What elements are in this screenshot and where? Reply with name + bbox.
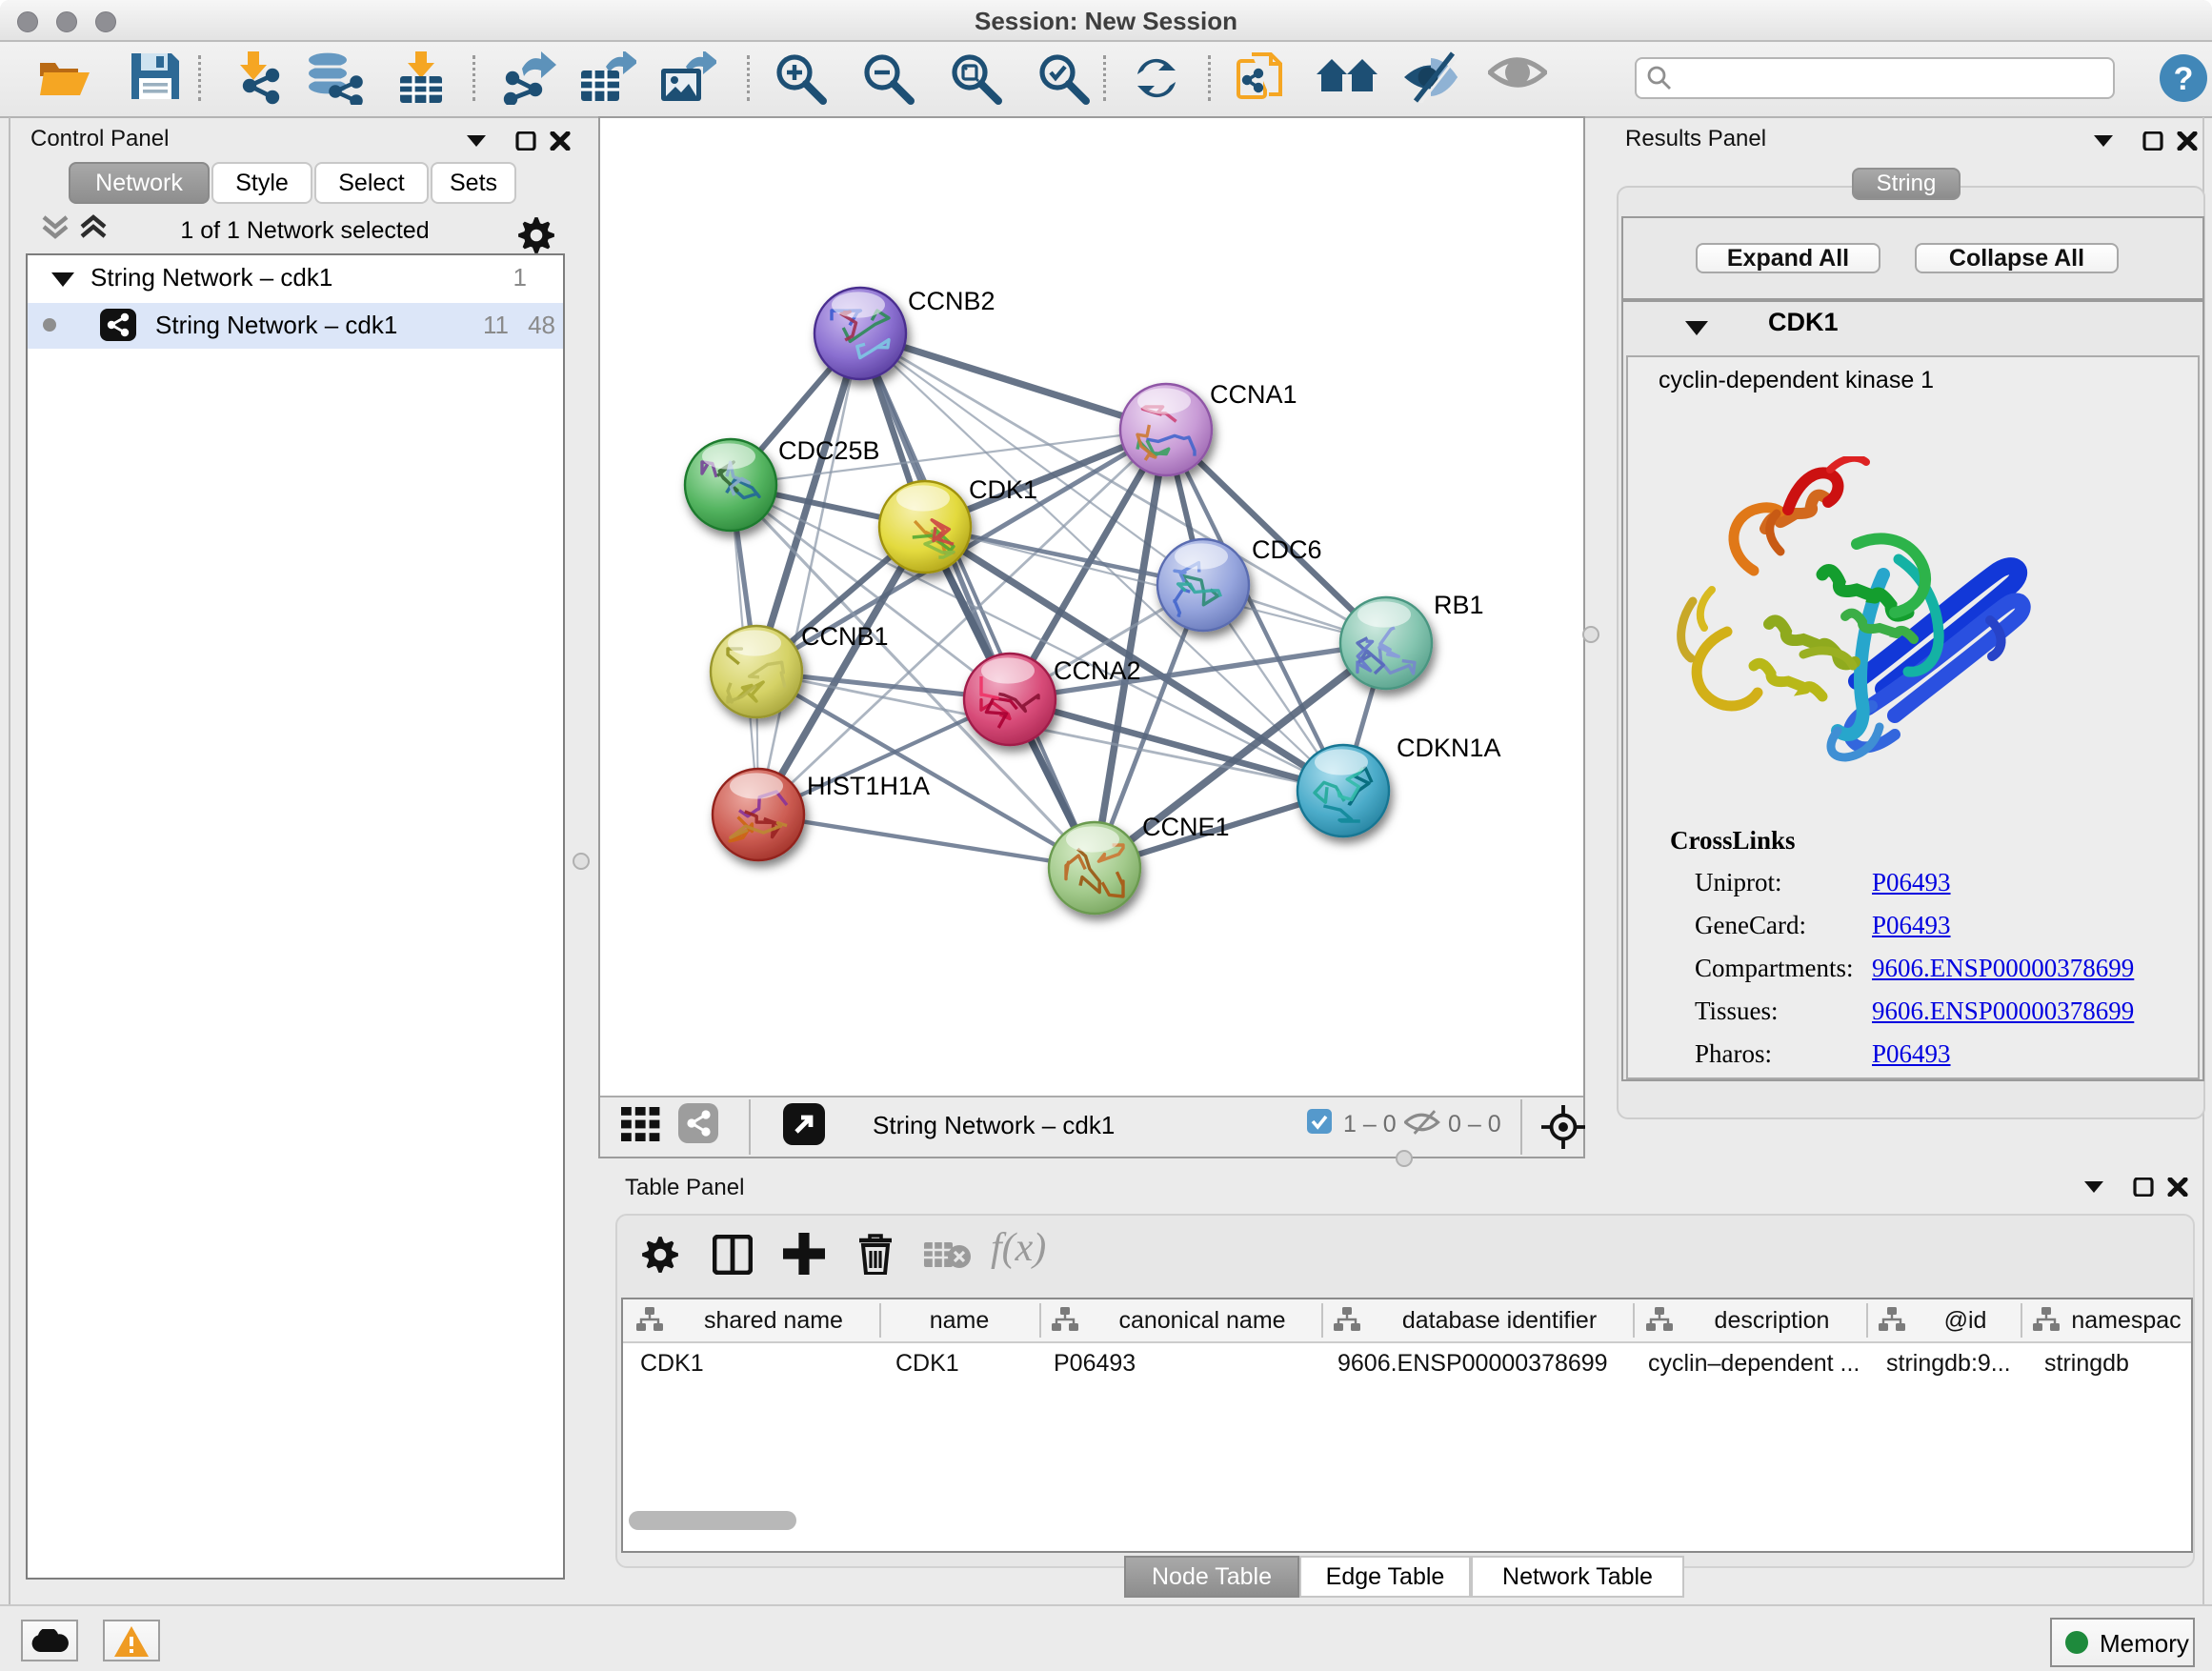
svg-text:CCNE1: CCNE1 [1142,813,1230,841]
svg-text:CDKN1A: CDKN1A [1397,734,1501,762]
svg-text:CDC6: CDC6 [1252,535,1322,564]
svg-text:HIST1H1A: HIST1H1A [807,772,930,800]
svg-text:RB1: RB1 [1434,591,1484,619]
svg-text:CDK1: CDK1 [969,475,1037,504]
svg-text:CCNB1: CCNB1 [801,622,889,651]
svg-text:CCNA2: CCNA2 [1054,656,1141,685]
svg-text:?: ? [2174,61,2194,97]
svg-text:CCNB2: CCNB2 [908,287,995,315]
svg-text:CCNA1: CCNA1 [1210,380,1297,409]
svg-text:CDC25B: CDC25B [778,436,880,465]
